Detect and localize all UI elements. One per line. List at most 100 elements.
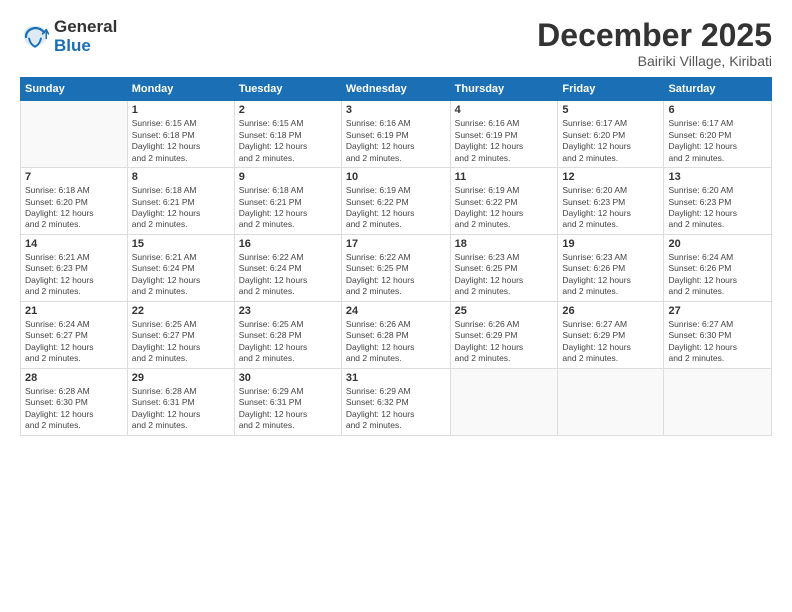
month-title: December 2025 bbox=[537, 18, 772, 53]
day-number: 12 bbox=[562, 171, 659, 183]
table-row: 19 Sunrise: 6:23 AMSunset: 6:26 PMDayligh… bbox=[558, 234, 664, 301]
day-number: 8 bbox=[132, 171, 230, 183]
table-row: 15 Sunrise: 6:21 AMSunset: 6:24 PMDayligh… bbox=[127, 234, 234, 301]
day-info: Sunrise: 6:19 AMSunset: 6:22 PMDaylight:… bbox=[455, 185, 554, 231]
day-number: 25 bbox=[455, 305, 554, 317]
day-info: Sunrise: 6:21 AMSunset: 6:23 PMDaylight:… bbox=[25, 252, 123, 298]
table-row: 26Sunrise: 6:27 AMSunset: 6:29 PMDayligh… bbox=[558, 301, 664, 368]
table-row: 17 Sunrise: 6:22 AMSunset: 6:25 PMDayligh… bbox=[341, 234, 450, 301]
day-info: Sunrise: 6:24 AMSunset: 6:26 PMDaylight:… bbox=[668, 252, 767, 298]
logo-general-text: General bbox=[54, 18, 117, 37]
day-info: Sunrise: 6:15 AMSunset: 6:18 PMDaylight:… bbox=[239, 118, 337, 164]
day-info: Sunrise: 6:29 AMSunset: 6:31 PMDaylight:… bbox=[239, 386, 337, 432]
table-row: 30 Sunrise: 6:29 AMSunset: 6:31 PMDayligh… bbox=[234, 368, 341, 435]
table-row: 8 Sunrise: 6:18 AMSunset: 6:21 PMDaylight… bbox=[127, 168, 234, 235]
col-tuesday: Tuesday bbox=[234, 78, 341, 101]
day-number: 1 bbox=[132, 104, 230, 116]
day-info: Sunrise: 6:28 AMSunset: 6:30 PMDaylight:… bbox=[25, 386, 123, 432]
col-wednesday: Wednesday bbox=[341, 78, 450, 101]
table-row: 1 Sunrise: 6:15 AMSunset: 6:18 PMDaylight… bbox=[127, 101, 234, 168]
day-number: 29 bbox=[132, 372, 230, 384]
table-row bbox=[450, 368, 558, 435]
table-row bbox=[558, 368, 664, 435]
day-number: 27 bbox=[668, 305, 767, 317]
day-number: 30 bbox=[239, 372, 337, 384]
day-number: 31 bbox=[346, 372, 446, 384]
col-thursday: Thursday bbox=[450, 78, 558, 101]
day-number: 28 bbox=[25, 372, 123, 384]
day-info: Sunrise: 6:25 AMSunset: 6:27 PMDaylight:… bbox=[132, 319, 230, 365]
day-number: 18 bbox=[455, 238, 554, 250]
day-number: 21 bbox=[25, 305, 123, 317]
table-row: 27Sunrise: 6:27 AMSunset: 6:30 PMDayligh… bbox=[664, 301, 772, 368]
day-number: 4 bbox=[455, 104, 554, 116]
col-monday: Monday bbox=[127, 78, 234, 101]
day-info: Sunrise: 6:22 AMSunset: 6:24 PMDaylight:… bbox=[239, 252, 337, 298]
table-row: 16 Sunrise: 6:22 AMSunset: 6:24 PMDayligh… bbox=[234, 234, 341, 301]
day-info: Sunrise: 6:29 AMSunset: 6:32 PMDaylight:… bbox=[346, 386, 446, 432]
day-number: 22 bbox=[132, 305, 230, 317]
table-row: 21Sunrise: 6:24 AMSunset: 6:27 PMDayligh… bbox=[21, 301, 128, 368]
calendar-week-1: 1 Sunrise: 6:15 AMSunset: 6:18 PMDaylight… bbox=[21, 101, 772, 168]
table-row: 28 Sunrise: 6:28 AMSunset: 6:30 PMDayligh… bbox=[21, 368, 128, 435]
day-number: 16 bbox=[239, 238, 337, 250]
table-row: 2Sunrise: 6:15 AMSunset: 6:18 PMDaylight… bbox=[234, 101, 341, 168]
table-row: 24 Sunrise: 6:26 AMSunset: 6:28 PMDayligh… bbox=[341, 301, 450, 368]
table-row: 9 Sunrise: 6:18 AMSunset: 6:21 PMDaylight… bbox=[234, 168, 341, 235]
logo-text: General Blue bbox=[54, 18, 117, 55]
day-info: Sunrise: 6:20 AMSunset: 6:23 PMDaylight:… bbox=[562, 185, 659, 231]
day-info: Sunrise: 6:21 AMSunset: 6:24 PMDaylight:… bbox=[132, 252, 230, 298]
table-row: 10Sunrise: 6:19 AMSunset: 6:22 PMDayligh… bbox=[341, 168, 450, 235]
calendar-week-3: 14 Sunrise: 6:21 AMSunset: 6:23 PMDayligh… bbox=[21, 234, 772, 301]
day-number: 11 bbox=[455, 171, 554, 183]
day-info: Sunrise: 6:15 AMSunset: 6:18 PMDaylight:… bbox=[132, 118, 230, 164]
table-row: 22 Sunrise: 6:25 AMSunset: 6:27 PMDayligh… bbox=[127, 301, 234, 368]
col-saturday: Saturday bbox=[664, 78, 772, 101]
day-number: 9 bbox=[239, 171, 337, 183]
day-number: 17 bbox=[346, 238, 446, 250]
day-number: 14 bbox=[25, 238, 123, 250]
table-row: 7 Sunrise: 6:18 AMSunset: 6:20 PMDaylight… bbox=[21, 168, 128, 235]
table-row: 12 Sunrise: 6:20 AMSunset: 6:23 PMDayligh… bbox=[558, 168, 664, 235]
header: General Blue December 2025 Bairiki Villa… bbox=[20, 18, 772, 69]
day-info: Sunrise: 6:16 AMSunset: 6:19 PMDaylight:… bbox=[346, 118, 446, 164]
day-number: 7 bbox=[25, 171, 123, 183]
day-number: 20 bbox=[668, 238, 767, 250]
day-number: 19 bbox=[562, 238, 659, 250]
day-info: Sunrise: 6:20 AMSunset: 6:23 PMDaylight:… bbox=[668, 185, 767, 231]
table-row: 29Sunrise: 6:28 AMSunset: 6:31 PMDayligh… bbox=[127, 368, 234, 435]
calendar-week-4: 21Sunrise: 6:24 AMSunset: 6:27 PMDayligh… bbox=[21, 301, 772, 368]
table-row: 6 Sunrise: 6:17 AMSunset: 6:20 PMDaylight… bbox=[664, 101, 772, 168]
title-area: December 2025 Bairiki Village, Kiribati bbox=[537, 18, 772, 69]
table-row: 5Sunrise: 6:17 AMSunset: 6:20 PMDaylight… bbox=[558, 101, 664, 168]
table-row: 18 Sunrise: 6:23 AMSunset: 6:25 PMDayligh… bbox=[450, 234, 558, 301]
day-info: Sunrise: 6:17 AMSunset: 6:20 PMDaylight:… bbox=[668, 118, 767, 164]
page: General Blue December 2025 Bairiki Villa… bbox=[0, 0, 792, 612]
day-info: Sunrise: 6:25 AMSunset: 6:28 PMDaylight:… bbox=[239, 319, 337, 365]
day-info: Sunrise: 6:22 AMSunset: 6:25 PMDaylight:… bbox=[346, 252, 446, 298]
calendar-header-row: Sunday Monday Tuesday Wednesday Thursday… bbox=[21, 78, 772, 101]
day-number: 3 bbox=[346, 104, 446, 116]
day-number: 15 bbox=[132, 238, 230, 250]
day-number: 23 bbox=[239, 305, 337, 317]
day-info: Sunrise: 6:18 AMSunset: 6:21 PMDaylight:… bbox=[132, 185, 230, 231]
table-row: 13 Sunrise: 6:20 AMSunset: 6:23 PMDayligh… bbox=[664, 168, 772, 235]
table-row: 11 Sunrise: 6:19 AMSunset: 6:22 PMDayligh… bbox=[450, 168, 558, 235]
day-info: Sunrise: 6:16 AMSunset: 6:19 PMDaylight:… bbox=[455, 118, 554, 164]
day-info: Sunrise: 6:27 AMSunset: 6:29 PMDaylight:… bbox=[562, 319, 659, 365]
day-number: 13 bbox=[668, 171, 767, 183]
day-info: Sunrise: 6:17 AMSunset: 6:20 PMDaylight:… bbox=[562, 118, 659, 164]
day-number: 24 bbox=[346, 305, 446, 317]
table-row: 3 Sunrise: 6:16 AMSunset: 6:19 PMDaylight… bbox=[341, 101, 450, 168]
table-row bbox=[664, 368, 772, 435]
day-info: Sunrise: 6:23 AMSunset: 6:25 PMDaylight:… bbox=[455, 252, 554, 298]
day-info: Sunrise: 6:26 AMSunset: 6:28 PMDaylight:… bbox=[346, 319, 446, 365]
table-row: 20 Sunrise: 6:24 AMSunset: 6:26 PMDayligh… bbox=[664, 234, 772, 301]
logo: General Blue bbox=[20, 18, 117, 55]
day-info: Sunrise: 6:18 AMSunset: 6:20 PMDaylight:… bbox=[25, 185, 123, 231]
table-row bbox=[21, 101, 128, 168]
day-number: 6 bbox=[668, 104, 767, 116]
col-friday: Friday bbox=[558, 78, 664, 101]
day-info: Sunrise: 6:18 AMSunset: 6:21 PMDaylight:… bbox=[239, 185, 337, 231]
day-info: Sunrise: 6:23 AMSunset: 6:26 PMDaylight:… bbox=[562, 252, 659, 298]
